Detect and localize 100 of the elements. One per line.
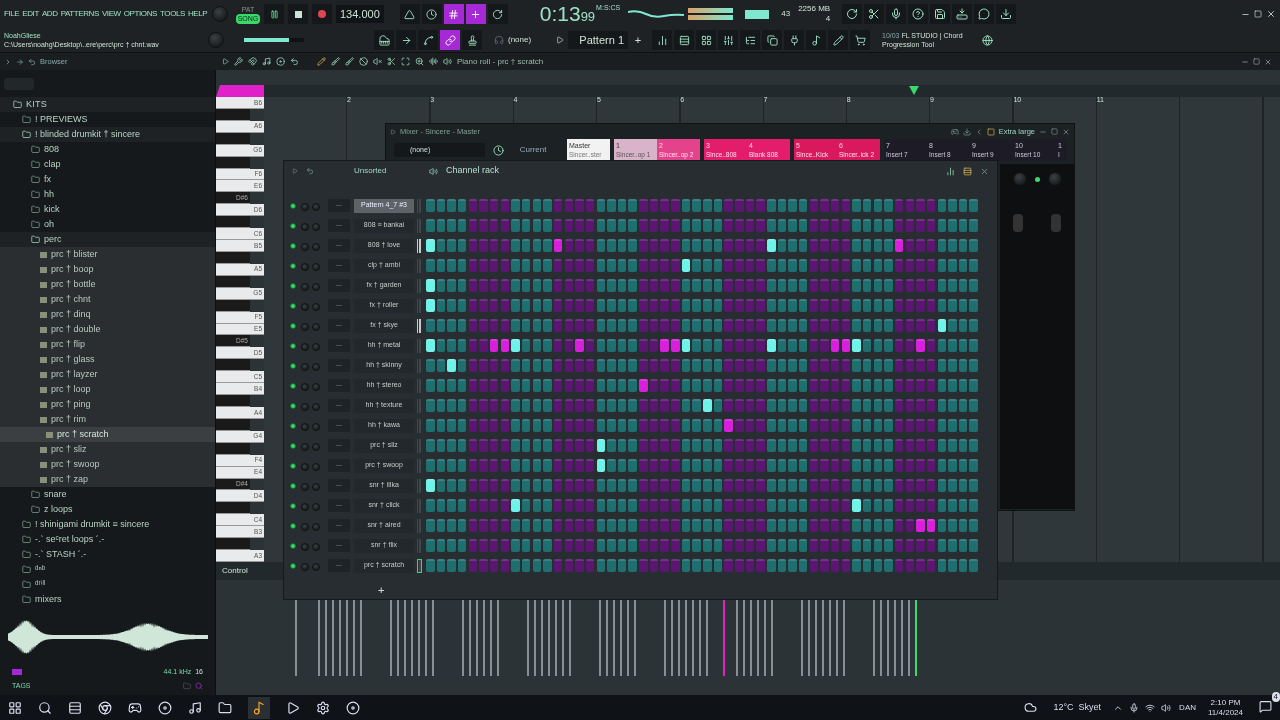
paint-icon[interactable] bbox=[345, 57, 354, 66]
microphone-icon[interactable] bbox=[1129, 702, 1140, 713]
undo-icon[interactable] bbox=[290, 57, 299, 66]
tree-item[interactable]: hh bbox=[0, 187, 215, 202]
search-icon[interactable] bbox=[38, 700, 52, 715]
back-icon[interactable] bbox=[28, 57, 36, 66]
speaker-icon[interactable] bbox=[429, 166, 438, 176]
pan-knob[interactable] bbox=[301, 322, 309, 331]
mute-led[interactable] bbox=[290, 422, 296, 429]
pan-knob[interactable] bbox=[301, 502, 309, 511]
pattern-selector[interactable]: Pattern 1 bbox=[568, 31, 628, 49]
volume-knob[interactable] bbox=[312, 302, 320, 311]
volume-knob[interactable] bbox=[312, 482, 320, 491]
clock-date[interactable]: 11/4/2024 bbox=[1208, 707, 1243, 718]
pan-knob[interactable] bbox=[301, 282, 309, 291]
chat-icon[interactable] bbox=[978, 8, 991, 20]
pan-knob[interactable] bbox=[301, 522, 309, 531]
pencil-icon[interactable] bbox=[317, 57, 326, 66]
speaker-icon[interactable] bbox=[443, 57, 452, 66]
volume-knob[interactable] bbox=[312, 462, 320, 471]
cart-icon[interactable] bbox=[854, 34, 866, 46]
curve-icon[interactable] bbox=[418, 30, 438, 50]
microphone-icon[interactable] bbox=[890, 8, 903, 20]
volume-knob[interactable] bbox=[312, 422, 320, 431]
note-icon[interactable] bbox=[810, 34, 822, 46]
tree-item[interactable]: prc † glass bbox=[0, 352, 215, 367]
rotate-icon[interactable] bbox=[487, 4, 508, 24]
scissors-icon[interactable] bbox=[868, 8, 881, 20]
graph-icon[interactable] bbox=[946, 166, 955, 176]
mute-led[interactable] bbox=[290, 222, 296, 229]
stop-button[interactable] bbox=[288, 4, 308, 24]
help-icon[interactable] bbox=[912, 8, 925, 20]
browser-icon[interactable] bbox=[98, 700, 112, 715]
volume-knob[interactable] bbox=[312, 222, 320, 231]
tree-item[interactable]: 808 bbox=[0, 142, 215, 157]
volume-knob[interactable] bbox=[312, 442, 320, 451]
tree-item[interactable]: mixers bbox=[0, 592, 215, 607]
mute-icon[interactable] bbox=[373, 57, 382, 66]
pan-knob[interactable] bbox=[301, 542, 309, 551]
mute-led[interactable] bbox=[290, 502, 296, 509]
headphones-icon[interactable] bbox=[494, 35, 504, 45]
tree-item[interactable]: fx bbox=[0, 172, 215, 187]
link-icon[interactable] bbox=[440, 30, 460, 50]
pan-knob[interactable] bbox=[301, 302, 309, 311]
menu-item[interactable]: VIEW bbox=[101, 8, 121, 20]
tempo-field[interactable]: 134.000 bbox=[336, 5, 384, 23]
menu-item[interactable]: TOOLS bbox=[160, 8, 185, 20]
piano-roll-icon[interactable] bbox=[963, 166, 972, 176]
tree-item[interactable]: prc † loop bbox=[0, 382, 215, 397]
fader[interactable] bbox=[1013, 214, 1023, 232]
globe-icon[interactable] bbox=[982, 34, 993, 46]
pan-knob[interactable] bbox=[301, 442, 309, 451]
panel-icon[interactable] bbox=[986, 127, 995, 136]
plug-icon[interactable] bbox=[788, 34, 800, 46]
stamp-icon[interactable] bbox=[462, 30, 482, 50]
mute-led[interactable] bbox=[290, 262, 296, 269]
tree-item[interactable]: prc † double bbox=[0, 322, 215, 337]
play-icon[interactable] bbox=[286, 700, 300, 715]
menu-item[interactable]: HELP bbox=[188, 8, 208, 20]
weather-icon[interactable] bbox=[1024, 701, 1038, 714]
tree-item[interactable]: prc † blister bbox=[0, 247, 215, 262]
pan-knob[interactable] bbox=[301, 262, 309, 271]
undo-icon[interactable] bbox=[306, 167, 314, 175]
tree-item[interactable]: oh bbox=[0, 217, 215, 232]
magnet-icon[interactable] bbox=[248, 57, 257, 66]
volume-knob[interactable] bbox=[312, 502, 320, 511]
game-icon[interactable] bbox=[128, 700, 142, 715]
menu-item[interactable]: OPTIONS bbox=[123, 8, 157, 20]
tree-item[interactable]: prc † dinq bbox=[0, 307, 215, 322]
notification-icon[interactable] bbox=[1259, 699, 1272, 713]
volume-knob[interactable] bbox=[312, 202, 320, 211]
disc-icon[interactable] bbox=[276, 57, 285, 66]
sharp-key[interactable] bbox=[216, 359, 250, 372]
save-as-icon[interactable] bbox=[956, 8, 969, 20]
tree-item[interactable]: ! PREVIEWS bbox=[0, 112, 215, 127]
pan-knob[interactable] bbox=[301, 342, 309, 351]
record-button[interactable] bbox=[312, 4, 332, 24]
tree-icon[interactable] bbox=[744, 34, 756, 46]
group-selector[interactable]: Unsorted bbox=[354, 165, 409, 177]
maximize-icon[interactable] bbox=[1051, 128, 1058, 135]
tree-item[interactable]: prc † bottle bbox=[0, 277, 215, 292]
select-icon[interactable] bbox=[401, 57, 410, 66]
pan-knob[interactable] bbox=[301, 242, 309, 251]
mute-led[interactable] bbox=[290, 562, 296, 569]
snap-selector[interactable]: (none) bbox=[508, 34, 552, 46]
tree-item[interactable]: ! shinigami drumkit ≡ sincere bbox=[0, 517, 215, 532]
tree-item[interactable]: perc bbox=[0, 232, 215, 247]
weather-text[interactable]: 12°C Skyet bbox=[1053, 700, 1102, 715]
note-icon[interactable] bbox=[262, 57, 271, 66]
volume-knob[interactable] bbox=[312, 382, 320, 391]
tree-item[interactable]: prc † chnt bbox=[0, 292, 215, 307]
mute-led[interactable] bbox=[290, 342, 296, 349]
tree-item[interactable]: prc † flip bbox=[0, 337, 215, 352]
mute-led[interactable] bbox=[290, 482, 296, 489]
brush-icon[interactable] bbox=[331, 57, 340, 66]
piano-icon[interactable] bbox=[374, 30, 394, 50]
pan-knob[interactable] bbox=[301, 362, 309, 371]
save-icon[interactable] bbox=[934, 8, 947, 20]
tree-item[interactable]: prc † boop bbox=[0, 262, 215, 277]
tree-item[interactable]: snare bbox=[0, 487, 215, 502]
